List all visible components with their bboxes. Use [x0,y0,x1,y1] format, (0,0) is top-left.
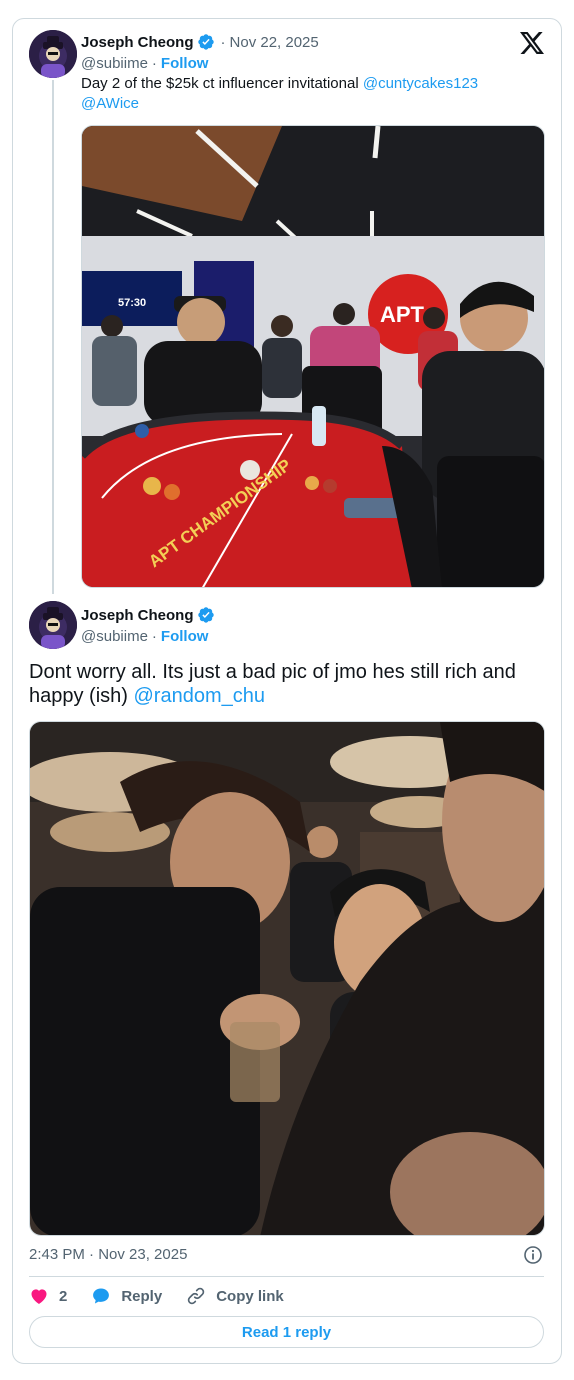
reply-label: Reply [121,1287,163,1305]
author-handle[interactable]: @subiime [81,55,148,72]
tweet2-text: Dont worry all. Its just a bad pic of jm… [29,660,544,708]
reply-button[interactable]: Reply [91,1286,162,1306]
tweet1-body: Day 2 of the $25k ct influencer invitati… [81,75,363,92]
tweet1-handle-row: @subiime · Follow [81,54,209,72]
tweet2-handle-row: @subiime · Follow [81,627,209,645]
avatar[interactable] [29,601,77,649]
tweet2-photo[interactable] [29,721,545,1236]
tweet1-author-row: Joseph Cheong · Nov 22, 2025 [81,33,319,51]
footer-divider [29,1276,544,1277]
thread-connector-line [52,80,54,594]
heart-icon [31,1289,47,1304]
follow-button[interactable]: Follow [161,55,209,72]
clock-screen-time: 57:30 [118,297,146,309]
tweet2-author-row: Joseph Cheong [81,605,215,625]
avatar[interactable] [29,30,77,78]
author-handle[interactable]: @subiime [81,628,148,645]
verified-badge-icon [197,607,214,623]
reply-bubble-icon [93,1288,110,1304]
apt-sign-text: APT [380,302,425,327]
copy-link-label: Copy link [216,1287,284,1305]
tweet-actions: 2 Reply Copy link [29,1284,308,1308]
like-button[interactable]: 2 [29,1286,67,1306]
tweet1-text: Day 2 of the $25k ct influencer invitati… [81,74,531,114]
author-name[interactable]: Joseph Cheong [81,607,194,624]
verified-badge-icon [197,34,214,50]
tweet2-body: Dont worry all. Its just a bad pic of jm… [29,661,516,707]
like-count: 2 [59,1287,68,1305]
copy-link-button[interactable]: Copy link [186,1286,284,1306]
tweet-timestamp[interactable]: 2:43 PM · Nov 23, 2025 [29,1246,187,1263]
tweet-date[interactable]: Nov 22, 2025 [230,34,319,51]
link-icon [187,1287,205,1305]
x-logo-icon[interactable] [520,32,544,54]
mention-link[interactable]: @random_chu [134,685,265,707]
tweet1-photo[interactable]: 57:30 APT APT CHAMPIONSHIP [81,125,545,588]
author-name[interactable]: Joseph Cheong [81,34,194,51]
follow-button[interactable]: Follow [161,628,209,645]
mention-link[interactable]: @AWice [81,95,139,112]
mention-link[interactable]: @cuntycakes123 [363,75,478,92]
info-icon[interactable] [523,1245,543,1265]
read-replies-label: Read 1 reply [241,1323,332,1341]
read-replies-button[interactable]: Read 1 reply [29,1316,544,1348]
